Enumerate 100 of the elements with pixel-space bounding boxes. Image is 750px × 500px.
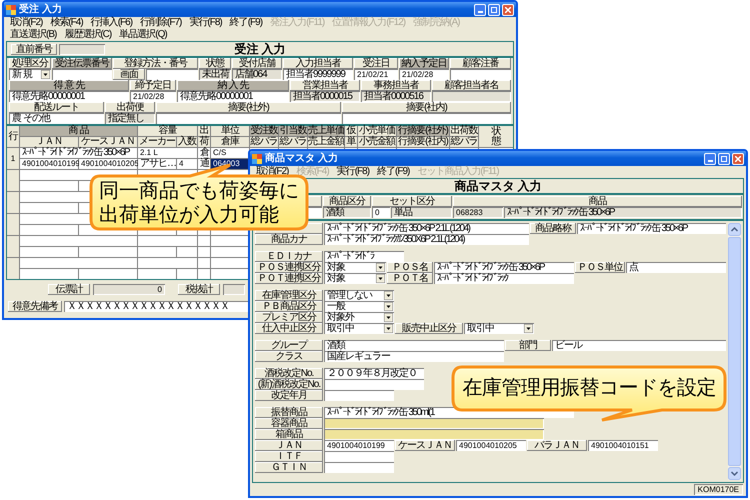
input-field[interactable]: 4901004010205 (456, 440, 526, 451)
dropdown[interactable]: 対象外 (324, 312, 394, 323)
table-cell[interactable] (20, 247, 78, 257)
table-cell[interactable]: 通 (198, 159, 210, 169)
table-cell[interactable] (20, 225, 78, 235)
menu-item[interactable]: 直送選択(B) (10, 29, 56, 41)
input-field[interactable]: 21/02/28 (399, 69, 449, 80)
minimize-button[interactable] (474, 4, 486, 16)
table-cell[interactable]: ｽｰﾊﾟｰﾄﾞﾗｲ ﾄﾞﾗｲﾌﾞﾗｯｸ 缶 350×6P (20, 148, 137, 158)
table-cell[interactable] (20, 236, 137, 246)
dropdown[interactable]: 新 規 (9, 69, 51, 80)
input-field[interactable] (450, 69, 511, 80)
input-field[interactable]: 酒類 (324, 340, 504, 351)
field-label: 振替商品 (255, 407, 323, 418)
input-field[interactable]: 21/02/28 (130, 91, 176, 102)
table-cell[interactable] (138, 236, 197, 246)
menu-item[interactable]: 検索(F4) (50, 17, 83, 29)
input-field[interactable] (156, 113, 341, 124)
input-field[interactable]: 国産レギュラー (324, 351, 504, 362)
menu-item[interactable]: 行挿入(F6) (90, 17, 132, 29)
input-field[interactable] (52, 69, 112, 80)
table-cell[interactable] (20, 269, 78, 279)
table-cell[interactable] (211, 247, 249, 257)
table-cell[interactable] (211, 269, 249, 279)
menu-item[interactable]: 履歴選択(C) (64, 29, 112, 41)
table-cell[interactable] (79, 247, 137, 257)
input-field[interactable]: ｽｰﾊﾟｰﾄﾞﾗｲﾄﾞﾗｲﾌﾞﾗｯｸｶﾝ350X6P 2.1L(1204) (324, 234, 529, 245)
table-cell[interactable] (138, 247, 176, 257)
input-field[interactable]: ｽｰﾊﾟｰﾄﾞﾗｲ ﾄﾞﾗｲﾌﾞﾗｯｸ 缶 350×6P (434, 262, 574, 273)
table-cell[interactable] (79, 269, 137, 279)
input-field[interactable]: 農 その他 (9, 113, 104, 124)
input-field[interactable]: ｽｰﾊﾟｰﾄﾞﾗｲ ﾄﾞﾗｲﾌﾞﾗｯｸ 缶 350×6P 2.1L (1204) (324, 223, 529, 234)
table-cell[interactable] (177, 269, 197, 279)
value-display: ｽｰﾊﾟｰﾄﾞﾗｲ ﾄﾞﾗｲﾌﾞﾗｯｸ 缶 350×6P (504, 207, 742, 218)
table-cell[interactable]: 4901004010199 (20, 159, 78, 169)
close-button[interactable] (732, 152, 744, 164)
input-field[interactable] (146, 69, 198, 80)
table-cell[interactable] (198, 269, 210, 279)
menu-item[interactable]: 終了(F9) (377, 166, 410, 178)
caret-icon (384, 324, 393, 333)
input-field[interactable]: 4901004010151 (588, 440, 658, 451)
input-field[interactable]: 点 (626, 262, 726, 273)
table-cell[interactable] (20, 203, 78, 213)
table-cell[interactable] (20, 258, 137, 268)
table-cell[interactable] (211, 236, 249, 246)
menu-item[interactable]: 行削除(F7) (140, 17, 182, 29)
input-field[interactable] (324, 462, 394, 473)
menu-item[interactable]: 取消(F2) (10, 17, 42, 29)
table-cell[interactable] (211, 258, 249, 268)
maximize-button[interactable] (488, 4, 500, 16)
table-cell[interactable]: 4901004010205 (79, 159, 137, 169)
table-cell[interactable] (198, 247, 210, 257)
field-label: 商品略称 (530, 223, 576, 234)
dropdown[interactable]: 対象 (324, 262, 386, 273)
dropdown[interactable]: 一般 (324, 301, 394, 312)
input-field[interactable] (324, 390, 394, 401)
menu-item[interactable]: 終了(F9) (230, 17, 262, 29)
input-field[interactable]: 0 (372, 207, 390, 218)
table-cell[interactable]: 4 (177, 159, 197, 169)
input-field[interactable]: ｽｰﾊﾟｰﾄﾞﾗｲ ﾄﾞﾗｲﾌﾞﾗｯｸ (434, 273, 574, 284)
field-label: ＰＯＳ名 (387, 262, 433, 273)
input-field[interactable]: 0 (93, 284, 165, 295)
input-field[interactable] (324, 379, 424, 390)
table-cell[interactable] (20, 181, 78, 191)
table-cell[interactable]: C/S (211, 148, 249, 158)
scroll-down-icon[interactable] (728, 467, 741, 480)
maximize-button[interactable] (718, 152, 730, 164)
menu-item[interactable]: 実行(F8) (336, 166, 370, 178)
input-field[interactable] (342, 113, 511, 124)
input-field[interactable] (324, 429, 544, 440)
table-cell[interactable] (198, 236, 210, 246)
dropdown[interactable]: 取引中 (464, 323, 534, 334)
table-cell[interactable] (177, 247, 197, 257)
input-field[interactable]: 担当者9999999 (283, 69, 353, 80)
dropdown[interactable]: 対象 (324, 273, 386, 284)
input-field[interactable]: ビール (552, 340, 726, 351)
table-cell[interactable]: 倉 (198, 148, 210, 158)
minimize-button[interactable] (704, 152, 716, 164)
close-button[interactable] (502, 4, 514, 16)
input-field[interactable]: 21/02/21 (354, 69, 398, 80)
input-field[interactable]: 得意先略00000001 (177, 91, 289, 102)
table-cell[interactable] (138, 269, 176, 279)
table-cell[interactable] (138, 258, 197, 268)
input-field[interactable]: 得意先略00000001 (9, 91, 129, 102)
column-header: 荷 (198, 137, 210, 147)
input-field[interactable]: 4901004010199 (324, 440, 394, 451)
dropdown[interactable]: 管理しない (324, 290, 394, 301)
dropdown[interactable]: 取引中 (324, 323, 394, 334)
menu-item[interactable]: 単品選択(Q) (119, 29, 167, 41)
input-field[interactable] (324, 451, 394, 462)
input-field[interactable]: ｽｰﾊﾟｰﾄﾞﾗｲﾄﾞﾗ (324, 251, 404, 262)
scroll-up-icon[interactable] (728, 223, 741, 236)
table-cell[interactable]: 2.1 L (138, 148, 197, 158)
table-cell[interactable]: アサヒ… (138, 159, 176, 169)
input-field[interactable] (324, 418, 544, 429)
menu-item[interactable]: 実行(F8) (189, 17, 222, 29)
input-field[interactable] (223, 284, 245, 295)
table-cell[interactable] (198, 258, 210, 268)
input-field[interactable]: ２００９年８月改定０ (324, 368, 424, 379)
input-field[interactable]: ｽｰﾊﾟｰﾄﾞﾗｲ ﾄﾞﾗｲﾌﾞﾗｯｸ 缶 350×6P (577, 223, 726, 234)
